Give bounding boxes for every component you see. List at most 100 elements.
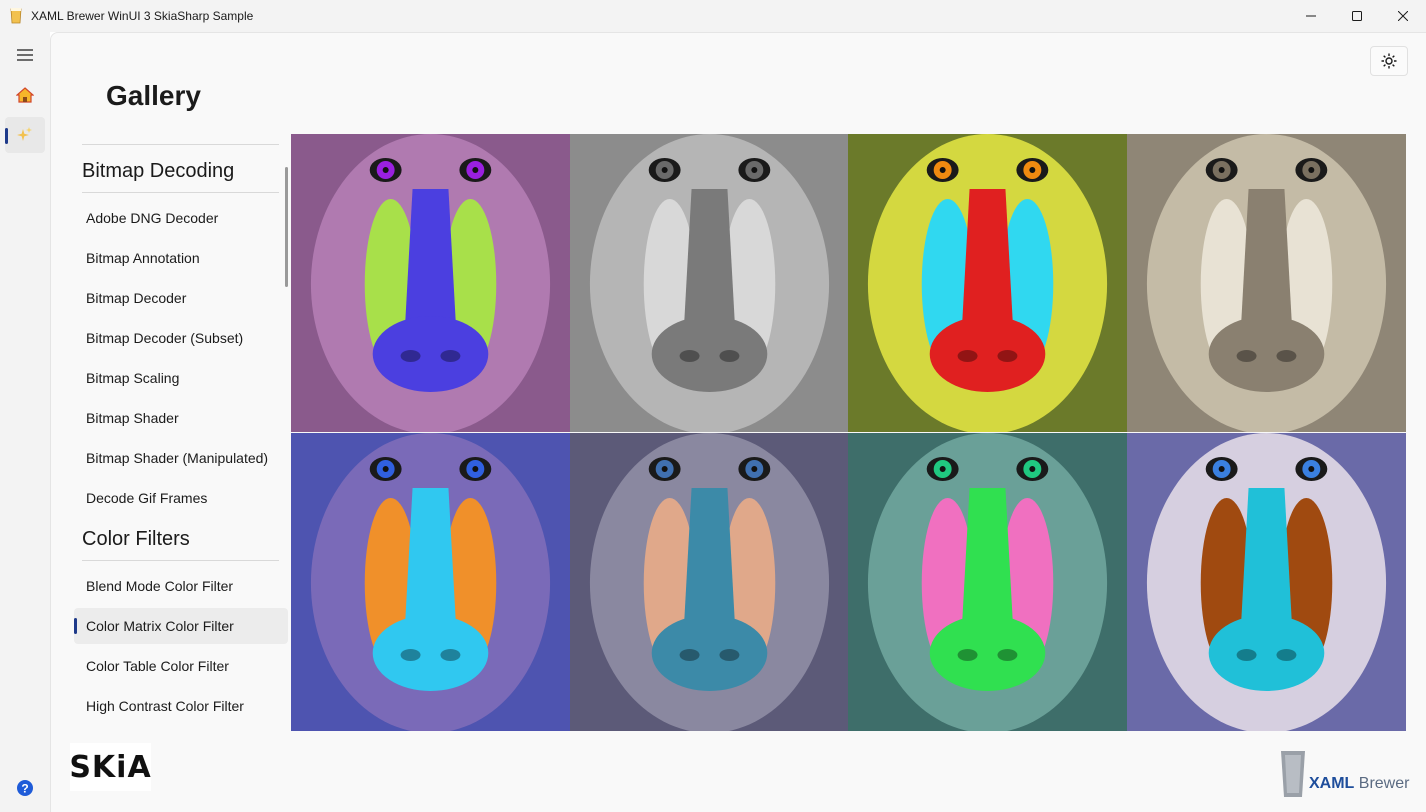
mandrill-image [848, 433, 1127, 731]
mandrill-image [570, 433, 849, 731]
right-nostril [997, 350, 1018, 362]
left-nostril [957, 649, 978, 661]
snout [1208, 615, 1325, 691]
list-item-bitmap-annotation[interactable]: Bitmap Annotation [74, 240, 288, 276]
snout [372, 615, 489, 691]
mandrill-image [291, 134, 570, 432]
right-nostril [719, 649, 740, 661]
title-bar: XAML Brewer WinUI 3 SkiaSharp Sample [0, 0, 1426, 32]
left-pupil [1218, 466, 1225, 472]
nav-item-home[interactable] [5, 77, 45, 113]
beer-glass-icon [10, 8, 22, 24]
theme-toggle-button[interactable] [1370, 46, 1408, 76]
group-separator [82, 192, 279, 193]
right-pupil [1308, 167, 1315, 173]
group-header-color-filters: Color Filters [82, 528, 190, 550]
filtered-image-tile [570, 134, 849, 432]
nose-ridge [683, 488, 736, 633]
left-nostril [679, 649, 700, 661]
beer-glass-icon [1281, 751, 1305, 797]
left-nostril [400, 350, 421, 362]
nav-item-gallery[interactable] [5, 117, 45, 153]
group-separator [82, 144, 279, 145]
left-pupil [382, 167, 389, 173]
right-pupil [472, 466, 479, 472]
mandrill-image [1127, 134, 1406, 432]
right-nostril [719, 350, 740, 362]
nose-ridge [404, 189, 457, 334]
left-nostril [400, 649, 421, 661]
right-pupil [751, 466, 758, 472]
sample-list: Bitmap Decoding Adobe DNG Decoder Bitmap… [74, 143, 288, 733]
filtered-image-tile [570, 433, 849, 731]
filtered-image-tile [291, 134, 570, 432]
navigation-rail: ? [0, 32, 50, 812]
left-nostril [679, 350, 700, 362]
snout [1208, 316, 1325, 392]
snout [929, 316, 1046, 392]
right-nostril [440, 649, 461, 661]
left-pupil [939, 167, 946, 173]
nose-ridge [1240, 189, 1293, 334]
hamburger-icon [17, 49, 33, 61]
list-item-bitmap-decoder-subset[interactable]: Bitmap Decoder (Subset) [74, 320, 288, 356]
right-nostril [440, 350, 461, 362]
right-nostril [997, 649, 1018, 661]
mandrill-image [848, 134, 1127, 432]
list-item-decode-gif-frames[interactable]: Decode Gif Frames [74, 480, 288, 516]
list-item-label: Color Matrix Color Filter [86, 618, 234, 634]
filtered-image-tile [848, 433, 1127, 731]
help-button[interactable]: ? [5, 770, 45, 806]
group-separator [82, 560, 279, 561]
list-item-bitmap-shader[interactable]: Bitmap Shader [74, 400, 288, 436]
left-pupil [661, 167, 668, 173]
snout [372, 316, 489, 392]
nose-ridge [404, 488, 457, 633]
mandrill-image [291, 433, 570, 731]
right-pupil [1029, 466, 1036, 472]
maximize-icon [1352, 11, 1362, 21]
right-pupil [751, 167, 758, 173]
left-pupil [1218, 167, 1225, 173]
help-icon: ? [17, 780, 33, 796]
home-icon [16, 87, 34, 103]
list-scrollbar[interactable] [285, 167, 288, 287]
right-pupil [1029, 167, 1036, 173]
nose-ridge [1240, 488, 1293, 633]
maximize-button[interactable] [1334, 0, 1380, 32]
svg-text:?: ? [21, 782, 28, 796]
left-nostril [1236, 649, 1257, 661]
rail-selection-indicator [5, 128, 8, 144]
menu-toggle-button[interactable] [5, 37, 45, 73]
filtered-image-tile [1127, 134, 1406, 432]
left-pupil [661, 466, 668, 472]
list-item-high-contrast-color-filter[interactable]: High Contrast Color Filter [74, 688, 288, 724]
list-item-adobe-dng-decoder[interactable]: Adobe DNG Decoder [74, 200, 288, 236]
list-item-color-table-color-filter[interactable]: Color Table Color Filter [74, 648, 288, 684]
list-item-blend-mode-color-filter[interactable]: Blend Mode Color Filter [74, 568, 288, 604]
left-pupil [939, 466, 946, 472]
window-title: XAML Brewer WinUI 3 SkiaSharp Sample [31, 9, 254, 23]
left-nostril [957, 350, 978, 362]
left-pupil [382, 466, 389, 472]
mandrill-image [570, 134, 849, 432]
filtered-image-tile [291, 433, 570, 731]
nose-ridge [961, 189, 1014, 334]
page-title: Gallery [106, 80, 201, 111]
filtered-image-tile [848, 134, 1127, 432]
list-item-bitmap-shader-manipulated[interactable]: Bitmap Shader (Manipulated) [74, 440, 288, 476]
list-item-color-matrix-color-filter[interactable]: Color Matrix Color Filter [74, 608, 288, 644]
list-item-bitmap-decoder[interactable]: Bitmap Decoder [74, 280, 288, 316]
right-pupil [1308, 466, 1315, 472]
nose-ridge [683, 189, 736, 334]
filtered-image-grid [291, 134, 1406, 731]
left-nostril [1236, 350, 1257, 362]
close-icon [1398, 11, 1408, 21]
close-button[interactable] [1380, 0, 1426, 32]
snout [929, 615, 1046, 691]
minimize-button[interactable] [1288, 0, 1334, 32]
right-nostril [1276, 649, 1297, 661]
list-item-bitmap-scaling[interactable]: Bitmap Scaling [74, 360, 288, 396]
right-pupil [472, 167, 479, 173]
snout [651, 316, 768, 392]
